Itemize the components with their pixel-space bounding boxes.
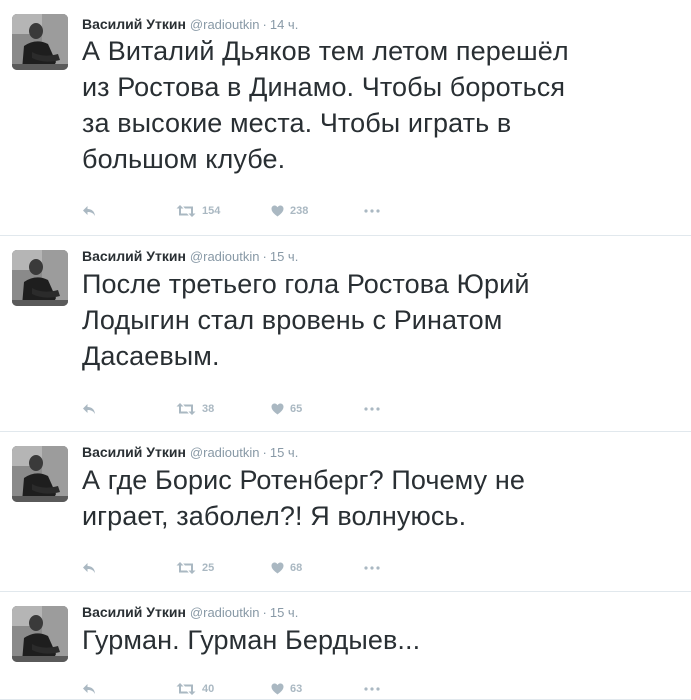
tweet-text-line: Дасаевым. [82,341,220,371]
like-count: 68 [290,562,303,574]
tweet-header: Василий Уткин @radioutkin · 15 ч. [82,248,298,264]
tweet-text-line: А где Борис Ротенберг? Почему не [82,465,525,495]
author-fullname[interactable]: Василий Уткин [82,16,186,32]
tweet-header: Василий Уткин @radioutkin · 14 ч. [82,16,298,32]
reply-button[interactable] [82,399,96,419]
retweet-count: 154 [202,205,221,217]
retweet-count: 38 [202,403,215,415]
retweet-icon [176,205,196,217]
header-separator: · [262,605,267,620]
tweet[interactable]: Василий Уткин @radioutkin · 15 ч. После трет… [0,236,691,432]
heart-icon [271,205,284,217]
avatar[interactable] [12,14,68,70]
reply-button[interactable] [82,201,96,221]
tweet-text-line: Гурман. Гурман Бердыев... [82,625,421,655]
retweet-button[interactable]: 40 [176,679,214,699]
tweet-text-line: А Виталий Дьяков тем летом перешёл [82,36,569,66]
tweet-actions: 40 63 [82,679,402,699]
tweet-text-line: Лодыгин стал вровень с Ринатом [82,305,503,335]
more-icon [364,407,380,411]
tweet-timestamp[interactable]: 15 ч. [270,605,298,620]
reply-icon [82,205,96,217]
tweet-text: А Виталий Дьяков тем летом перешёл из Рос… [82,33,672,177]
more-icon [364,566,380,570]
more-icon [364,209,380,213]
tweet-header: Василий Уткин @radioutkin · 15 ч. [82,604,298,620]
tweet-text-line: из Ростова в Динамо. Чтобы бороться [82,72,566,102]
avatar[interactable] [12,446,68,502]
more-button[interactable] [364,399,380,419]
retweet-count: 40 [202,683,215,695]
tweet-text-line: большом клубе. [82,144,286,174]
tweet-timestamp[interactable]: 15 ч. [270,249,298,264]
tweet[interactable]: Василий Уткин @radioutkin · 15 ч. А где Бори… [0,432,691,592]
tweet-actions: 25 68 [82,558,402,578]
tweet-timestamp[interactable]: 14 ч. [270,17,298,32]
author-username[interactable]: @radioutkin [190,605,260,620]
retweet-icon [176,683,196,695]
header-separator: · [262,17,267,32]
tweet-actions: 38 65 [82,399,402,419]
tweet[interactable]: Василий Уткин @radioutkin · 14 ч. А Виталий … [0,0,691,236]
author-fullname[interactable]: Василий Уткин [82,604,186,620]
avatar[interactable] [12,250,68,306]
tweet-text: Гурман. Гурман Бердыев... [82,622,672,658]
header-separator: · [262,249,267,264]
reply-icon [82,683,96,695]
retweet-button[interactable]: 38 [176,399,214,419]
retweet-button[interactable]: 25 [176,558,214,578]
tweet-text: А где Борис Ротенберг? Почему не играет, … [82,462,672,534]
tweet-text-line: играет, заболел?! Я волнуюсь. [82,501,467,531]
tweet-timeline: Василий Уткин @radioutkin · 14 ч. А Виталий … [0,0,691,700]
author-username[interactable]: @radioutkin [190,445,260,460]
heart-icon [271,562,284,574]
reply-button[interactable] [82,558,96,578]
like-button[interactable]: 63 [271,679,302,699]
author-fullname[interactable]: Василий Уткин [82,444,186,460]
tweet[interactable]: Василий Уткин @radioutkin · 15 ч. Гурман. Гу… [0,592,691,700]
like-count: 65 [290,403,303,415]
author-username[interactable]: @radioutkin [190,249,260,264]
author-fullname[interactable]: Василий Уткин [82,248,186,264]
reply-icon [82,562,96,574]
retweet-icon [176,403,196,415]
more-button[interactable] [364,558,380,578]
tweet-timestamp[interactable]: 15 ч. [270,445,298,460]
reply-button[interactable] [82,679,96,699]
header-separator: · [262,445,267,460]
tweet-text-line: за высокие места. Чтобы играть в [82,108,512,138]
like-count: 63 [290,683,303,695]
more-button[interactable] [364,679,380,699]
more-icon [364,687,380,691]
tweet-text-line: После третьего гола Ростова Юрий [82,269,530,299]
tweet-header: Василий Уткин @radioutkin · 15 ч. [82,444,298,460]
retweet-button[interactable]: 154 [176,201,220,221]
avatar[interactable] [12,606,68,662]
like-button[interactable]: 68 [271,558,302,578]
reply-icon [82,403,96,415]
like-count: 238 [290,205,309,217]
more-button[interactable] [364,201,380,221]
like-button[interactable]: 238 [271,201,308,221]
tweet-text: После третьего гола Ростова Юрий Лодыгин … [82,266,672,374]
heart-icon [271,683,284,695]
retweet-count: 25 [202,562,215,574]
retweet-icon [176,562,196,574]
tweet-actions: 154 238 [82,201,402,221]
author-username[interactable]: @radioutkin [190,17,260,32]
heart-icon [271,403,284,415]
like-button[interactable]: 65 [271,399,302,419]
